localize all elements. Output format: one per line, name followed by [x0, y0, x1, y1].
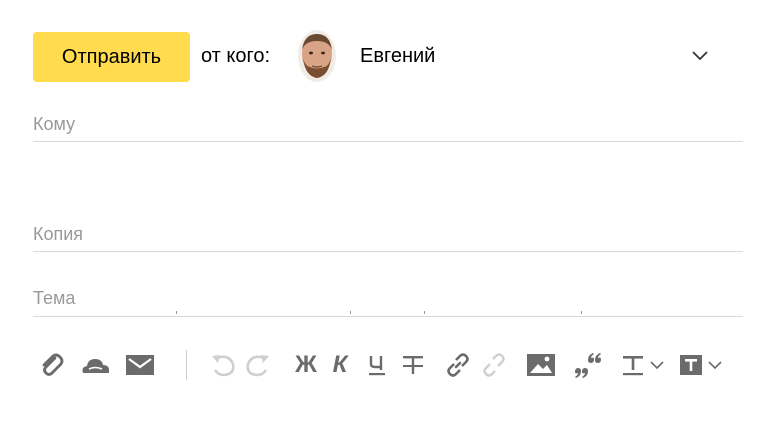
send-button[interactable]: Отправить: [33, 32, 190, 82]
text-color-icon: [623, 356, 664, 376]
envelope-icon: [126, 355, 154, 375]
quote-icon: [575, 353, 601, 378]
insert-image-button[interactable]: [525, 345, 557, 385]
italic-icon: К: [332, 351, 348, 378]
sender-dropdown[interactable]: [688, 44, 712, 68]
to-label: Кому: [33, 114, 76, 134]
paperclip-icon: [42, 353, 64, 376]
redo-icon: [246, 355, 269, 377]
link-icon: [447, 353, 469, 377]
strikethrough-button[interactable]: [399, 345, 427, 385]
undo-icon: [212, 355, 235, 377]
strikethrough-icon: [403, 356, 423, 374]
cc-divider: [33, 251, 743, 252]
italic-button[interactable]: К: [326, 345, 354, 385]
avatar: [298, 30, 336, 82]
underline-button[interactable]: [364, 345, 390, 385]
subject-dotted-marks: [176, 311, 582, 314]
unlink-icon: [483, 353, 505, 377]
disk-attach-button[interactable]: [80, 345, 110, 385]
subject-divider: [33, 316, 743, 317]
attach-mail-button[interactable]: [124, 345, 156, 385]
from-label: от кого:: [201, 45, 271, 67]
to-field[interactable]: [110, 110, 740, 138]
formatting-toolbar: Ж К: [0, 345, 760, 385]
bold-icon: Ж: [295, 351, 317, 378]
link-button[interactable]: [442, 345, 474, 385]
background-color-icon: [680, 355, 722, 375]
bold-button[interactable]: Ж: [291, 345, 321, 385]
underline-icon: [369, 356, 385, 376]
image-icon: [527, 354, 555, 376]
unlink-button[interactable]: [478, 345, 510, 385]
cc-label: Копия: [33, 224, 84, 244]
sender-name: Евгений: [360, 45, 436, 67]
redo-button[interactable]: [243, 345, 273, 385]
cc-field[interactable]: [110, 220, 740, 248]
background-color-button[interactable]: [676, 345, 728, 385]
chevron-down-icon: [692, 51, 708, 61]
text-color-button[interactable]: [618, 345, 670, 385]
to-divider: [33, 141, 743, 142]
attach-button[interactable]: [36, 345, 66, 385]
cloud-icon: [82, 359, 109, 373]
toolbar-separator: [186, 350, 187, 380]
undo-button[interactable]: [208, 345, 238, 385]
quote-button[interactable]: [570, 345, 606, 385]
